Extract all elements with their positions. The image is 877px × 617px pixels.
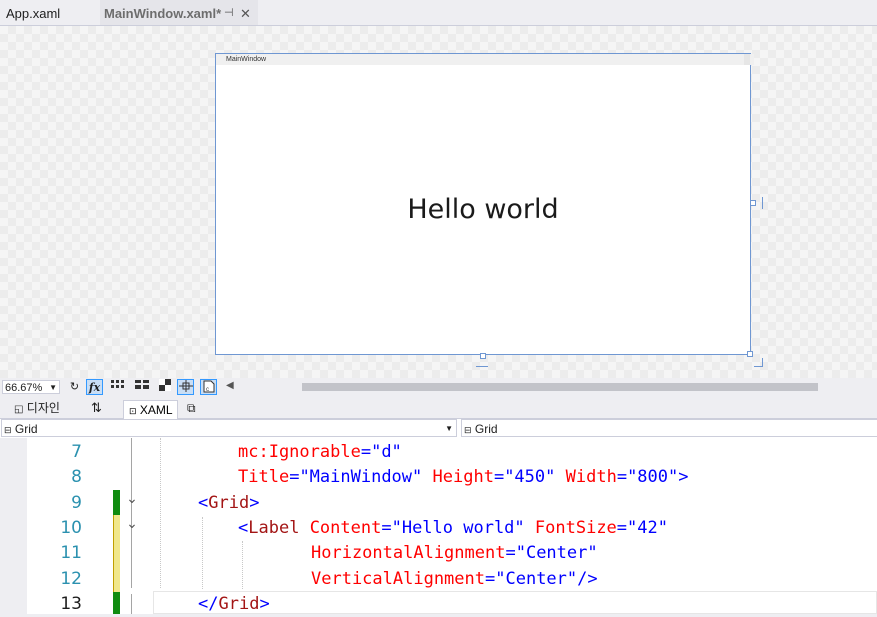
indent-guide [242, 541, 243, 589]
indent-guide [202, 517, 203, 589]
horizontal-scrollbar[interactable] [302, 383, 818, 391]
code-line-13[interactable]: </Grid> [198, 591, 270, 616]
collapse-icon[interactable]: ⌄ [124, 490, 140, 507]
chevron-down-icon: ▼ [49, 383, 57, 392]
change-marker-unsaved [113, 515, 120, 592]
swap-panes-icon[interactable]: ⇅ [91, 398, 102, 418]
tab-xaml[interactable]: ⊡ XAML [123, 400, 178, 420]
element-scope-combo[interactable]: ⊟ Grid ▼ [1, 419, 457, 437]
grid-rail-marker [476, 366, 488, 367]
indent-guide [160, 438, 161, 588]
grid-icon[interactable] [109, 379, 126, 395]
code-line-10[interactable]: <Label Content="Hello world" FontSize="4… [238, 515, 668, 540]
snap-grid-icon[interactable] [133, 379, 150, 395]
element-scope-value: Grid [14, 422, 38, 436]
element-icon: ⊟ [4, 425, 12, 435]
code-line-12[interactable]: VerticalAlignment="Center"/> [311, 566, 598, 591]
code-line-7[interactable]: mc:Ignorable="d" [238, 439, 402, 464]
artboard-icon[interactable] [156, 379, 173, 395]
line-number: 8 [71, 467, 82, 487]
outline-rail [131, 438, 132, 588]
tab-xaml-label: XAML [139, 403, 173, 417]
member-scope-combo[interactable]: ⊟ Grid [461, 419, 877, 437]
tab-design[interactable]: ◱ 디자인 [14, 398, 60, 418]
change-marker-saved [113, 592, 120, 614]
resize-handle-corner[interactable] [747, 351, 753, 357]
tab-app-xaml[interactable]: App.xaml [0, 0, 100, 25]
tab-label: MainWindow.xaml* [104, 6, 222, 21]
scroll-left-icon[interactable]: ◀ [226, 380, 234, 391]
change-marker-saved [113, 490, 120, 515]
grid-rail-marker [762, 197, 763, 209]
xaml-icon: ⊡ [129, 406, 137, 416]
hello-label-preview[interactable]: Hello world [216, 194, 750, 225]
refresh-icon[interactable]: ↻ [66, 379, 83, 395]
line-number: 11 [60, 543, 82, 563]
zoom-value: 66.67% [5, 382, 43, 394]
pin-icon[interactable]: ⊣ [224, 0, 234, 27]
line-number: 9 [71, 493, 82, 513]
window-preview[interactable]: MainWindow Hello world [215, 53, 754, 355]
line-number: 7 [71, 442, 82, 462]
chevron-down-icon: ▼ [445, 424, 453, 433]
close-icon[interactable]: ✕ [240, 0, 251, 27]
tab-label: App.xaml [6, 6, 61, 21]
line-number: 12 [60, 569, 82, 589]
collapse-icon[interactable]: ⌄ [124, 515, 140, 532]
window-title: MainWindow [216, 54, 754, 65]
tab-design-label: 디자인 [26, 401, 60, 415]
design-icon: ◱ [14, 404, 24, 415]
line-number: 10 [60, 518, 82, 538]
resize-handle-right[interactable] [750, 200, 756, 206]
fx-icon[interactable]: fx [86, 379, 103, 395]
outline-rail [131, 594, 132, 614]
editor-gutter [0, 438, 27, 614]
corner-marker [762, 358, 763, 367]
line-number: 13 [60, 594, 82, 614]
code-line-8[interactable]: Title="MainWindow" Height="450" Width="8… [238, 464, 689, 489]
member-scope-value: Grid [474, 422, 498, 436]
code-line-9[interactable]: <Grid> [198, 490, 259, 515]
svg-text:c: c [206, 387, 209, 393]
code-line-11[interactable]: HorizontalAlignment="Center" [311, 540, 598, 565]
resize-handle-bottom[interactable] [480, 353, 486, 359]
window-titlebar-end [744, 54, 750, 65]
element-icon: ⊟ [464, 425, 472, 435]
project-code-icon[interactable]: c [200, 379, 217, 395]
snap-lines-icon[interactable] [177, 379, 194, 395]
popout-icon[interactable]: ⧉ [187, 398, 196, 418]
zoom-dropdown[interactable]: 66.67% ▼ [2, 380, 60, 394]
tab-mainwindow-xaml[interactable]: MainWindow.xaml* ⊣ ✕ [100, 0, 258, 25]
